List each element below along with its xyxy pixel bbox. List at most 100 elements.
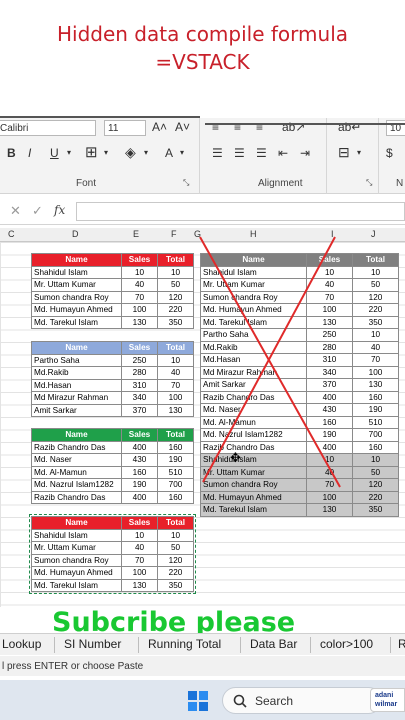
header-cell[interactable]: Total [157,253,194,267]
total-cell[interactable]: 50 [157,541,194,555]
total-cell[interactable]: 100 [352,365,399,379]
sales-cell[interactable]: 40 [121,541,158,555]
sales-cell[interactable]: 250 [121,353,158,367]
sales-cell[interactable]: 340 [121,391,158,405]
name-cell[interactable]: Md. Tarekul Islam [31,315,122,329]
name-cell[interactable]: Amit Sarkar [31,403,122,417]
fill-color-icon[interactable]: ◈ [125,144,136,161]
windows-start-icon[interactable] [187,690,209,712]
total-cell[interactable]: 190 [157,453,194,467]
sheet-tab-lookup[interactable]: Lookup [2,637,41,651]
total-cell[interactable]: 160 [352,390,399,404]
total-cell[interactable]: 130 [352,378,399,392]
total-cell[interactable]: 160 [352,440,399,454]
total-cell[interactable]: 130 [157,403,194,417]
font-color-dropdown-icon[interactable]: ▾ [180,148,184,157]
sales-cell[interactable]: 400 [121,440,158,454]
source-table-3[interactable]: Name Sales Total Razib Chandro Das 400 160 Md.… [31,428,194,504]
total-cell[interactable]: 510 [157,465,194,479]
header-cell[interactable]: Name [31,341,122,355]
name-cell[interactable]: Mr. Uttam Kumar [31,278,122,292]
sales-cell[interactable]: 370 [121,403,158,417]
header-cell[interactable]: Sales [121,253,158,267]
total-cell[interactable]: 190 [352,403,399,417]
total-cell[interactable]: 350 [157,578,194,592]
borders-icon[interactable]: ⊞ [85,143,98,161]
total-cell[interactable]: 350 [352,503,399,517]
fill-dropdown-icon[interactable]: ▾ [144,148,148,157]
column-header[interactable]: C [8,229,15,239]
insert-function-icon[interactable]: fx [54,203,65,217]
name-cell[interactable]: Partho Saha [31,353,122,367]
borders-dropdown-icon[interactable]: ▾ [104,148,108,157]
name-cell[interactable]: Md. Humayun Ahmed [31,303,122,317]
total-cell[interactable]: 160 [157,490,194,504]
name-cell[interactable]: Md Mirazur Rahman [31,391,122,405]
name-cell[interactable]: Razib Chandro Das [31,490,122,504]
header-cell[interactable]: Name [31,516,122,530]
header-cell[interactable]: Name [31,253,122,267]
total-cell[interactable]: 10 [352,328,399,342]
underline-dropdown-icon[interactable]: ▾ [67,148,71,157]
sales-cell[interactable]: 100 [121,566,158,580]
total-cell[interactable]: 220 [352,303,399,317]
source-table-4[interactable]: Name Sales Total Shahidul Islam 10 10 Mr. Utta… [29,514,196,594]
total-cell[interactable]: 10 [157,265,194,279]
total-cell[interactable]: 10 [352,453,399,467]
sales-cell[interactable]: 430 [121,453,158,467]
sheet-tab-si-number[interactable]: SI Number [64,637,121,651]
underline-button[interactable]: U [50,146,59,160]
total-cell[interactable]: 120 [352,478,399,492]
sales-cell[interactable]: 10 [121,528,158,542]
name-cell[interactable]: Mr. Uttam Kumar [31,541,122,555]
name-cell[interactable]: Md. Humayun Ahmed [200,490,307,504]
header-cell[interactable]: Total [157,516,194,530]
name-cell[interactable]: Md. Al-Mamun [31,465,122,479]
decrease-indent-icon[interactable]: ⇤ [278,146,288,160]
name-cell[interactable]: Razib Chandro Das [31,440,122,454]
name-cell[interactable]: Sumon chandra Roy [31,553,122,567]
total-cell[interactable]: 220 [157,566,194,580]
name-cell[interactable]: Md.Rakib [31,366,122,380]
name-cell[interactable]: Md. Tarekul Islam [31,578,122,592]
name-cell[interactable]: Shahidul Islam [31,265,122,279]
source-table-1[interactable]: Name Sales Total Shahidul Islam 10 10 Mr. Utta… [31,253,194,329]
total-cell[interactable]: 40 [352,340,399,354]
total-cell[interactable]: 700 [157,478,194,492]
column-header[interactable]: J [371,229,376,239]
total-cell[interactable]: 50 [352,278,399,292]
sales-cell[interactable]: 10 [121,265,158,279]
header-cell[interactable]: Total [352,253,399,267]
total-cell[interactable]: 160 [157,440,194,454]
formula-input[interactable] [76,202,405,221]
sheet-tab-more[interactable]: R [398,637,405,651]
sales-cell[interactable]: 130 [121,578,158,592]
total-cell[interactable]: 220 [352,490,399,504]
sales-cell[interactable]: 130 [306,503,353,517]
alignment-dialog-launcher-icon[interactable]: ⤡ [366,178,372,188]
total-cell[interactable]: 120 [157,553,194,567]
increase-indent-icon[interactable]: ⇥ [300,146,310,160]
sales-cell[interactable]: 190 [121,478,158,492]
align-center-icon[interactable]: ☰ [234,146,245,160]
italic-button[interactable]: I [28,146,31,160]
align-left-icon[interactable]: ☰ [212,146,223,160]
merge-dropdown-icon[interactable]: ▾ [357,148,361,157]
name-cell[interactable]: Md. Nazrul Islam1282 [31,478,122,492]
sales-cell[interactable]: 280 [121,366,158,380]
font-name-box[interactable]: Calibri [0,120,96,136]
total-cell[interactable]: 120 [352,290,399,304]
total-cell[interactable]: 120 [157,290,194,304]
sales-cell[interactable]: 70 [121,290,158,304]
sales-cell[interactable]: 160 [121,465,158,479]
total-cell[interactable]: 10 [157,528,194,542]
column-header[interactable]: E [133,229,139,239]
taskbar-search[interactable]: Search [222,687,382,714]
total-cell[interactable]: 70 [352,353,399,367]
header-cell[interactable]: Sales [121,341,158,355]
column-header[interactable]: D [72,229,79,239]
sales-cell[interactable]: 100 [121,303,158,317]
font-dialog-launcher-icon[interactable]: ⤡ [183,178,189,188]
decrease-font-icon[interactable]: A˅ [175,120,190,134]
total-cell[interactable]: 10 [352,265,399,279]
